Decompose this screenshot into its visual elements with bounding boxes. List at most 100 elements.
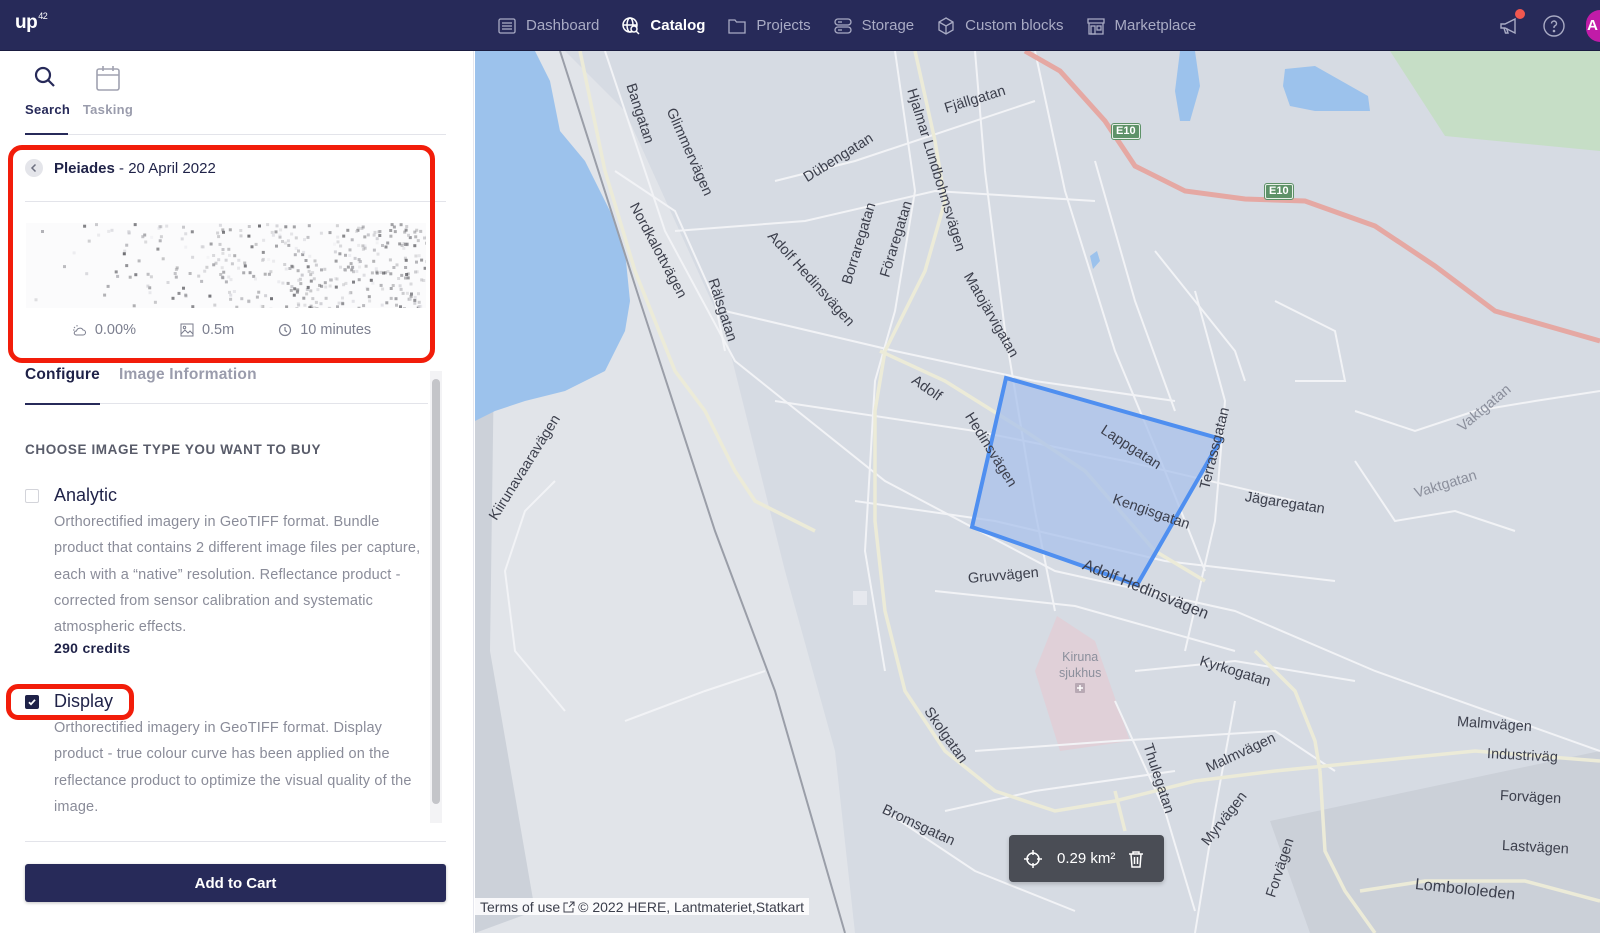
thumbnail-pixel xyxy=(221,248,225,251)
help-button[interactable] xyxy=(1542,14,1566,38)
logo-text: up xyxy=(15,12,38,33)
thumbnail-pixel xyxy=(159,235,163,239)
thumbnail-pixel xyxy=(399,223,403,227)
thumbnail-pixel xyxy=(95,223,98,227)
thumbnail-pixel xyxy=(314,300,318,304)
thumbnail-pixel xyxy=(370,271,374,275)
thumbnail-pixel xyxy=(123,249,127,253)
thumbnail-pixel xyxy=(224,280,228,284)
thumbnail-pixel xyxy=(362,304,366,308)
thumbnail-pixel xyxy=(389,272,393,276)
thumbnail-pixel xyxy=(397,277,401,280)
scene-header: Pleiades - 20 April 2022 xyxy=(25,159,216,177)
analytic-checkbox-row[interactable]: Analytic xyxy=(25,485,425,506)
thumbnail-pixel xyxy=(308,254,312,258)
thumbnail-pixel xyxy=(323,267,327,271)
tab-label: Configure xyxy=(25,366,100,383)
thumbnail-pixel xyxy=(366,287,370,291)
thumbnail-pixel xyxy=(149,275,153,279)
display-checkbox[interactable] xyxy=(25,694,39,709)
thumbnail-pixel xyxy=(212,254,216,257)
up42-logo[interactable]: up42 xyxy=(15,11,48,34)
trash-icon[interactable] xyxy=(1128,850,1144,868)
thumbnail-pixel xyxy=(293,287,297,291)
map-view[interactable]: E10 E10 Bangatan Glimmervägen Nordkalott… xyxy=(475,51,1600,933)
thumbnail-pixel xyxy=(248,271,252,275)
option-description: Orthorectified imagery in GeoTIFF format… xyxy=(54,514,421,636)
cloud-cover-value: 0.00% xyxy=(94,322,136,338)
thumbnail-pixel xyxy=(292,293,296,297)
nav-item-catalog[interactable]: Catalog xyxy=(621,16,705,36)
thumbnail-pixel xyxy=(358,265,362,269)
tab-search[interactable]: Search xyxy=(25,51,70,135)
image-icon xyxy=(180,323,194,337)
thumbnail-pixel xyxy=(352,270,355,274)
poi-name: sjukhus xyxy=(1059,666,1102,680)
thumbnail-pixel xyxy=(107,229,111,233)
thumbnail-pixel xyxy=(141,235,145,239)
thumbnail-pixel xyxy=(252,274,256,278)
scrollbar-thumb[interactable] xyxy=(432,379,440,804)
nav-item-projects[interactable]: Projects xyxy=(727,16,811,36)
thumbnail-pixel xyxy=(389,296,393,300)
tab-configure[interactable]: Configure xyxy=(25,366,100,405)
thumbnail-pixel xyxy=(304,259,308,262)
tab-tasking[interactable]: Tasking xyxy=(77,51,139,134)
thumbnail-pixel xyxy=(375,241,379,245)
user-avatar[interactable]: A xyxy=(1586,9,1600,42)
thumbnail-pixel xyxy=(386,241,390,245)
thumbnail-pixel xyxy=(200,245,204,249)
thumbnail-pixel xyxy=(221,276,225,280)
thumbnail-pixel xyxy=(125,264,129,268)
store-icon xyxy=(1086,17,1105,35)
nav-item-marketplace[interactable]: Marketplace xyxy=(1086,16,1196,36)
back-button[interactable] xyxy=(25,159,43,177)
topbar-actions: A xyxy=(1498,0,1600,51)
add-to-cart-button[interactable]: Add to Cart xyxy=(25,864,446,902)
thumbnail-pixel xyxy=(405,225,409,228)
tab-label: Tasking xyxy=(82,102,134,117)
thumbnail-pixel xyxy=(275,244,278,248)
thumbnail-pixel xyxy=(240,297,244,301)
thumbnail-pixel xyxy=(165,224,169,228)
analytic-checkbox[interactable] xyxy=(25,488,39,503)
terms-of-use-link[interactable]: Terms of use xyxy=(480,899,560,915)
thumbnail-pixel xyxy=(404,266,408,269)
thumbnail-pixel xyxy=(413,298,417,302)
crosshair-icon[interactable] xyxy=(1023,849,1043,869)
thumbnail-pixel xyxy=(339,265,342,269)
thumbnail-pixel xyxy=(333,250,337,254)
thumbnail-pixel xyxy=(205,265,209,269)
park-area xyxy=(1390,51,1600,151)
thumbnail-pixel xyxy=(300,273,304,277)
nav-label: Projects xyxy=(756,17,811,34)
thumbnail-pixel xyxy=(297,278,301,282)
thumbnail-pixel xyxy=(419,229,423,233)
tab-image-information[interactable]: Image Information xyxy=(119,366,257,404)
thumbnail-pixel xyxy=(333,242,336,246)
nav-item-custom-blocks[interactable]: Custom blocks xyxy=(936,16,1064,36)
thumbnail-pixel xyxy=(320,284,324,288)
thumbnail-pixel xyxy=(302,296,306,300)
nav-item-dashboard[interactable]: Dashboard xyxy=(497,16,599,36)
thumbnail-pixel xyxy=(379,283,383,287)
display-checkbox-row[interactable]: Display xyxy=(25,691,425,712)
scene-sensor: Pleiades xyxy=(54,159,115,177)
thumbnail-pixel xyxy=(217,258,221,262)
thumbnail-pixel xyxy=(258,224,261,228)
globe-search-icon xyxy=(622,16,640,35)
thumbnail-pixel xyxy=(306,235,310,239)
nav-item-storage[interactable]: Storage xyxy=(833,16,914,36)
cube-icon xyxy=(938,16,954,35)
area-readout-panel: 0.29 km² xyxy=(1009,835,1164,882)
area-value: 0.29 km² xyxy=(1057,850,1116,867)
thumbnail-pixel xyxy=(404,228,408,232)
thumbnail-pixel xyxy=(372,248,376,252)
thumbnail-pixel xyxy=(116,274,120,278)
thumbnail-pixel xyxy=(363,235,367,239)
thumbnail-pixel xyxy=(388,258,392,262)
announcements-button[interactable] xyxy=(1498,8,1525,38)
thumbnail-pixel xyxy=(263,272,267,276)
thumbnail-pixel xyxy=(208,294,212,298)
thumbnail-pixel xyxy=(232,290,236,293)
